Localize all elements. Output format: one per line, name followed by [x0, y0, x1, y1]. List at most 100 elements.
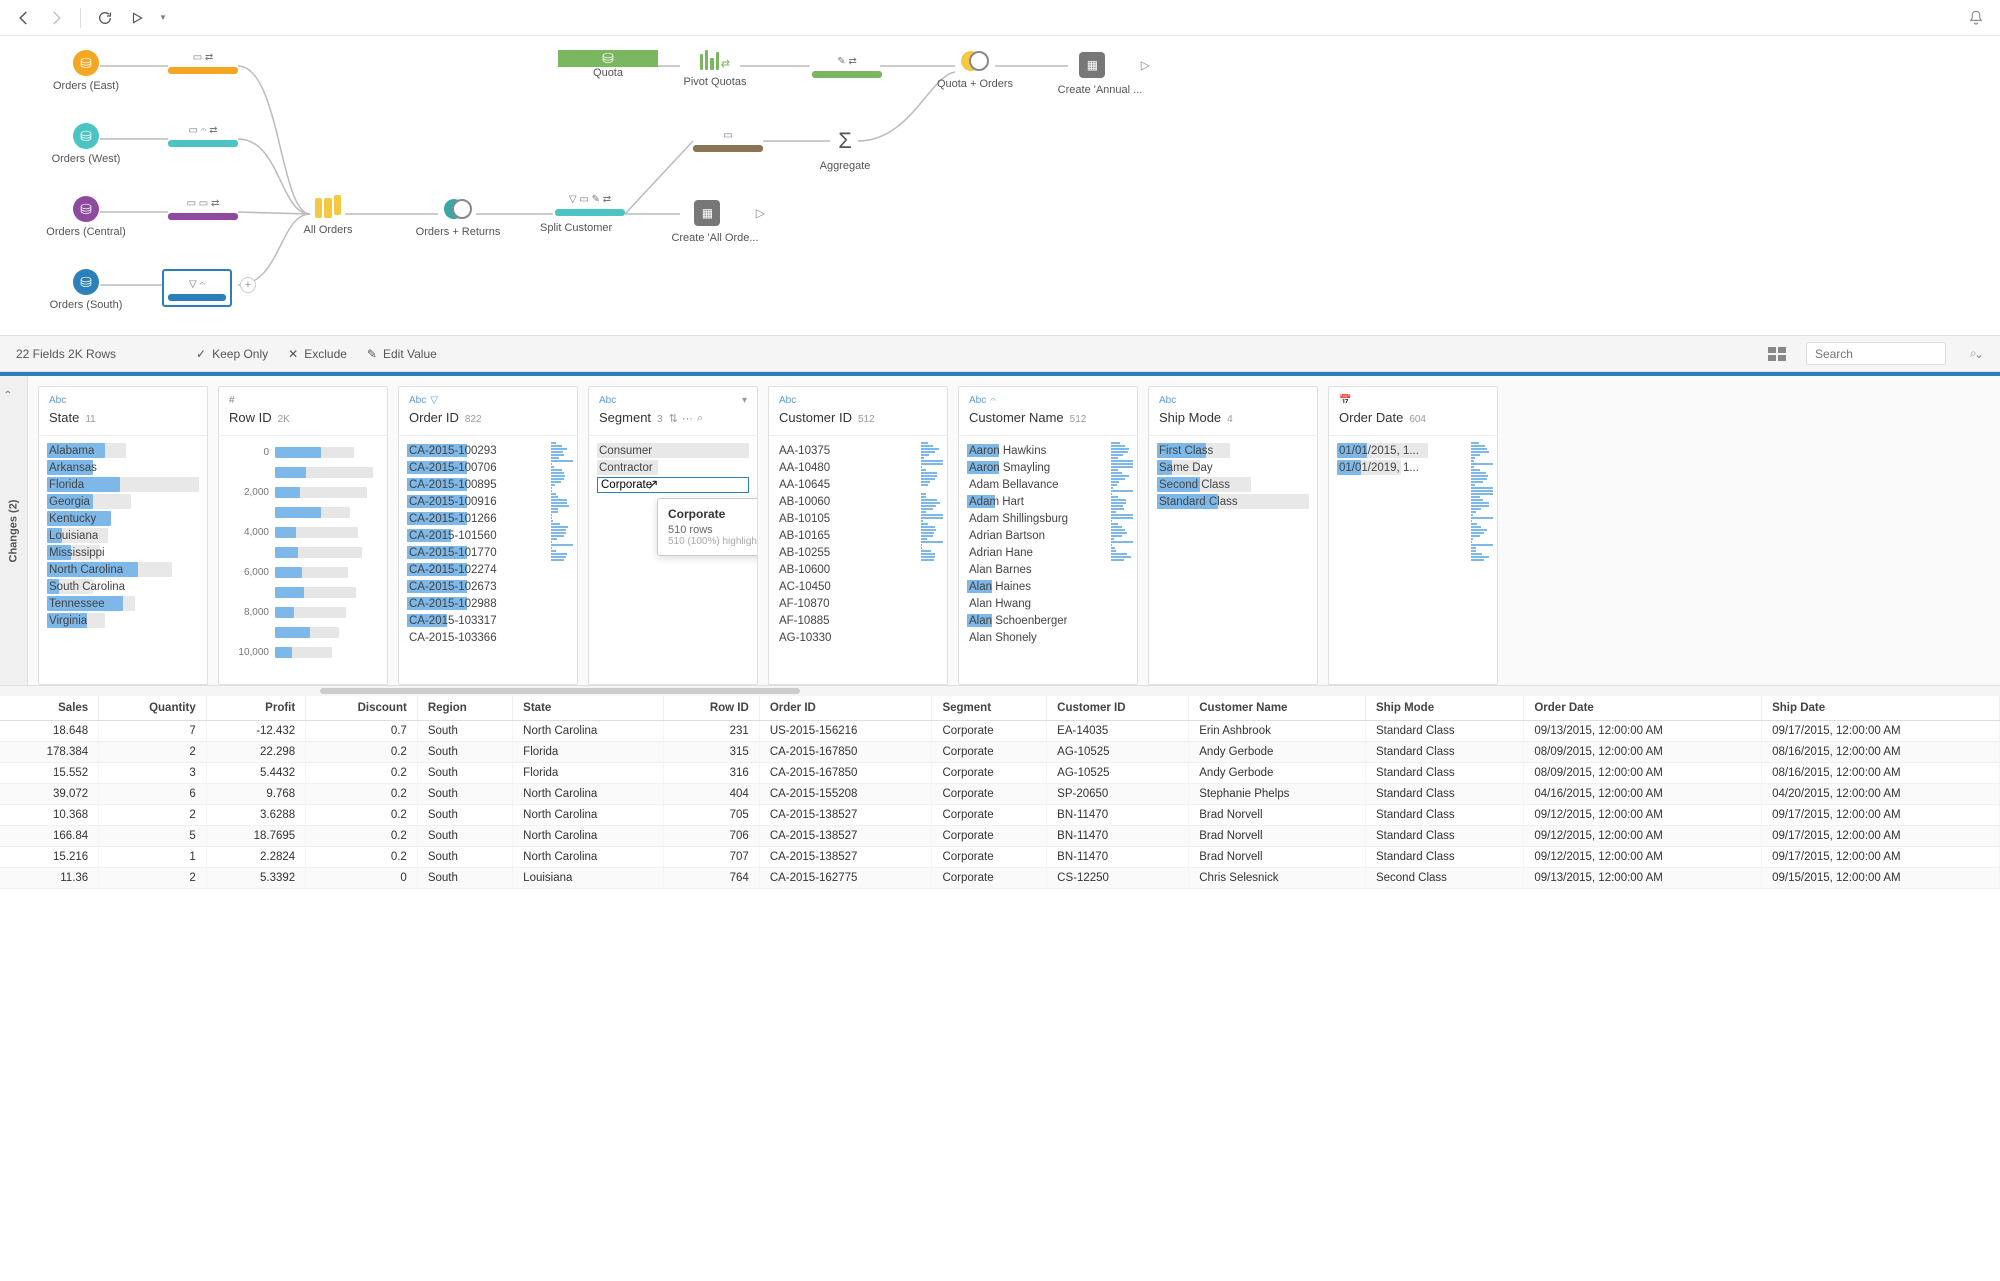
table-row[interactable]: 15.55235.44320.2SouthFlorida316CA-2015-1… [0, 763, 2000, 784]
sort-icon[interactable]: ⇅ [669, 412, 678, 425]
keep-only-button[interactable]: ✓Keep Only [196, 347, 268, 361]
column-header[interactable]: Abc Ship Mode4 [1149, 387, 1317, 436]
grid-header-order-date[interactable]: Order Date [1524, 696, 1762, 721]
value-row[interactable]: CA-2015-102673 [407, 578, 569, 595]
profile-column-order-id[interactable]: Abc ▽ Order ID822 CA-2015-100293 CA-2015-… [398, 386, 578, 685]
grid-header-quantity[interactable]: Quantity [99, 696, 207, 721]
value-row[interactable]: Virginia [47, 612, 199, 629]
pivot-quotas[interactable]: ⇄ Pivot Quotas [665, 50, 765, 88]
value-row[interactable]: Arkansas [47, 459, 199, 476]
value-row[interactable]: CA-2015-100293 [407, 442, 569, 459]
value-row[interactable]: Second Class [1157, 476, 1309, 493]
value-row[interactable]: AG-10330 [777, 629, 939, 646]
value-row[interactable]: AA-10480 [777, 459, 939, 476]
split-customer-step[interactable]: ▽ ▭ ✎ ⇄ Split Customer [555, 194, 625, 234]
column-header[interactable]: # Row ID2K [219, 387, 387, 436]
grid-header-ship-date[interactable]: Ship Date [1762, 696, 2000, 721]
join-orders-returns[interactable]: Orders + Returns [408, 198, 508, 238]
edit-value-button[interactable]: ✎Edit Value [367, 347, 437, 361]
value-row[interactable]: Adam Bellavance [967, 476, 1129, 493]
profile-column-state[interactable]: Abc State11 AlabamaArkansasFloridaGeorgi… [38, 386, 208, 685]
value-row[interactable]: Same Day [1157, 459, 1309, 476]
changes-panel-tab[interactable]: › Changes (2) [0, 376, 28, 685]
value-row[interactable]: AB-10165 [777, 527, 939, 544]
grid-header-ship-mode[interactable]: Ship Mode [1365, 696, 1523, 721]
value-row[interactable]: Adam Hart [967, 493, 1129, 510]
profile-column-customer-id[interactable]: Abc Customer ID512 AA-10375AA-10480AA-10… [768, 386, 948, 685]
grid-header-segment[interactable]: Segment [932, 696, 1047, 721]
source-orders-east[interactable]: ⛁ Orders (East) [36, 50, 136, 92]
value-row[interactable]: CA-2015-101266 [407, 510, 569, 527]
table-row[interactable]: 11.3625.33920SouthLouisiana764CA-2015-16… [0, 868, 2000, 889]
value-row[interactable]: Adrian Bartson [967, 527, 1129, 544]
value-row[interactable]: Florida [47, 476, 199, 493]
grid-header-profit[interactable]: Profit [206, 696, 305, 721]
value-row[interactable]: CA-2015-100895 [407, 476, 569, 493]
expand-icon[interactable]: › [2, 390, 14, 394]
value-row[interactable]: CA-2015-103366 [407, 629, 569, 646]
search-input[interactable] [1815, 347, 1970, 361]
value-row[interactable]: Alan Shonely [967, 629, 1129, 646]
view-toggle-icon[interactable] [1768, 347, 1786, 361]
value-row[interactable]: Kentucky [47, 510, 199, 527]
grid-header-discount[interactable]: Discount [306, 696, 418, 721]
value-row[interactable]: Alabama [47, 442, 199, 459]
horizontal-scrollbar[interactable] [0, 686, 2000, 696]
value-edit-input[interactable] [597, 477, 749, 493]
value-row[interactable]: Aaron Hawkins [967, 442, 1129, 459]
table-row[interactable]: 15.21612.28240.2SouthNorth Carolina707CA… [0, 847, 2000, 868]
column-header[interactable]: Abc 𝄐 Customer Name512 [959, 387, 1137, 436]
value-row[interactable]: CA-2015-102988 [407, 595, 569, 612]
flow-canvas[interactable]: ⛁ Orders (East) ⛁ Orders (West) ⛁ Orders… [0, 36, 2000, 336]
play-icon[interactable]: ▷ [756, 206, 765, 220]
aggregate-node[interactable]: Σ Aggregate [795, 128, 895, 172]
clean-step-brown[interactable]: ▭ [693, 130, 763, 152]
source-quota[interactable]: ⛁ Quota [558, 50, 658, 79]
value-row[interactable]: Standard Class [1157, 493, 1309, 510]
more-icon[interactable]: ⋯ [682, 412, 693, 425]
add-step-button[interactable]: + [240, 277, 256, 293]
column-header[interactable]: Abc State11 [39, 387, 207, 436]
grid-header-region[interactable]: Region [417, 696, 512, 721]
clean-step-west[interactable]: ▭ 𝄐 ⇄ [168, 125, 238, 147]
value-row[interactable]: CA-2015-100916 [407, 493, 569, 510]
value-row[interactable]: Adam Shillingsburg [967, 510, 1129, 527]
column-header[interactable]: 📅 Order Date604 [1329, 387, 1497, 436]
grid-header-order-id[interactable]: Order ID [759, 696, 932, 721]
grid-header-row-id[interactable]: Row ID [664, 696, 759, 721]
clean-step-east[interactable]: ▭ ⇄ [168, 52, 238, 74]
value-row[interactable]: 01/01/2015, 1... [1337, 442, 1489, 459]
search-box[interactable]: ⌕ [1806, 342, 1946, 365]
value-row[interactable]: North Carolina [47, 561, 199, 578]
back-button[interactable] [12, 6, 36, 30]
value-row[interactable]: Alan Schoenberger [967, 612, 1129, 629]
grid-header-customer-id[interactable]: Customer ID [1047, 696, 1189, 721]
output-all-orders[interactable]: ▦ ▷ Create 'All Orde... [665, 200, 765, 244]
output-annual[interactable]: ▦ ▷ Create 'Annual ... [1050, 52, 1150, 96]
table-row[interactable]: 178.384222.2980.2SouthFlorida315CA-2015-… [0, 742, 2000, 763]
value-row[interactable]: CA-2015-101560 [407, 527, 569, 544]
value-row[interactable]: Contractor [597, 459, 749, 476]
search-icon[interactable]: ⌕ [697, 412, 703, 425]
source-orders-south[interactable]: ⛁ Orders (South) [36, 269, 136, 311]
value-row[interactable]: Tennessee [47, 595, 199, 612]
value-row[interactable]: AB-10105 [777, 510, 939, 527]
data-grid[interactable]: SalesQuantityProfitDiscountRegionStateRo… [0, 696, 2000, 1281]
notifications-icon[interactable] [1964, 6, 1988, 30]
value-row[interactable]: First Class [1157, 442, 1309, 459]
grid-header-sales[interactable]: Sales [0, 696, 99, 721]
value-row[interactable]: Alan Haines [967, 578, 1129, 595]
value-row[interactable]: 01/01/2019, 1... [1337, 459, 1489, 476]
clean-step-green[interactable]: ✎ ⇄ [812, 56, 882, 78]
value-row[interactable]: AB-10600 [777, 561, 939, 578]
chevron-down-icon[interactable]: ⌄ [1974, 347, 1984, 361]
source-orders-central[interactable]: ⛁ Orders (Central) [36, 196, 136, 238]
table-row[interactable]: 166.84518.76950.2SouthNorth Carolina706C… [0, 826, 2000, 847]
value-row[interactable]: Mississippi [47, 544, 199, 561]
value-row[interactable]: Alan Hwang [967, 595, 1129, 612]
table-row[interactable]: 18.6487-12.4320.7SouthNorth Carolina231U… [0, 721, 2000, 742]
column-header[interactable]: Abc ▽ Order ID822 [399, 387, 577, 436]
value-row[interactable]: AF-10870 [777, 595, 939, 612]
value-row[interactable]: AB-10255 [777, 544, 939, 561]
value-row[interactable]: AC-10450 [777, 578, 939, 595]
